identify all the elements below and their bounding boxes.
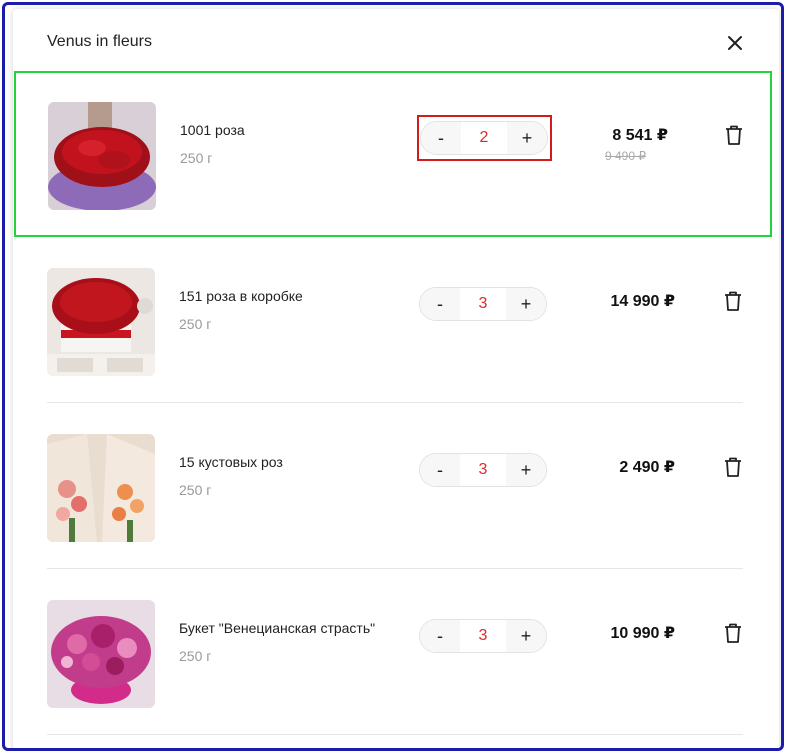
- trash-icon[interactable]: [724, 291, 742, 311]
- store-title: Venus in fleurs: [47, 33, 152, 50]
- decrease-button[interactable]: -: [421, 122, 461, 154]
- cart-header: Venus in fleurs: [13, 9, 779, 73]
- decrease-button[interactable]: -: [420, 454, 460, 486]
- cart-item: 151 роза в коробке 250 г - 3 + 14 990 ₽: [13, 237, 779, 403]
- quantity-stepper: - 3 +: [419, 453, 547, 487]
- product-image[interactable]: [48, 102, 156, 210]
- item-divider: [47, 734, 743, 735]
- cart-item: 15 кустовых роз 250 г - 3 + 2 490 ₽: [13, 403, 779, 569]
- product-name[interactable]: 151 роза в коробке: [179, 288, 303, 304]
- increase-button[interactable]: +: [506, 620, 546, 652]
- quantity-stepper: - 3 +: [419, 619, 547, 653]
- product-image[interactable]: [47, 600, 155, 708]
- product-image[interactable]: [47, 434, 155, 542]
- decrease-button[interactable]: -: [420, 620, 460, 652]
- quantity-value[interactable]: 3: [460, 461, 506, 479]
- increase-button[interactable]: +: [506, 288, 546, 320]
- decrease-button[interactable]: -: [420, 288, 460, 320]
- trash-icon[interactable]: [724, 623, 742, 643]
- product-weight: 250 г: [180, 150, 213, 166]
- item-price: 14 990 ₽: [610, 293, 675, 310]
- increase-button[interactable]: +: [507, 122, 547, 154]
- trash-icon[interactable]: [725, 125, 743, 145]
- product-image[interactable]: [47, 268, 155, 376]
- cart-item: Букет "Венецианская страсть" 250 г - 3 +…: [13, 569, 779, 735]
- product-weight: 250 г: [179, 316, 212, 332]
- product-name[interactable]: 1001 роза: [180, 122, 245, 138]
- cart-items-list: 1001 роза 250 г - 2 + 8 541 ₽ 9 490 ₽ 15…: [13, 71, 779, 735]
- quantity-stepper: - 3 +: [419, 287, 547, 321]
- screenshot-frame: Venus in fleurs 1001 роза 250 г - 2 + 8 …: [2, 2, 784, 751]
- cart-item: 1001 роза 250 г - 2 + 8 541 ₽ 9 490 ₽: [14, 71, 772, 237]
- close-icon[interactable]: [723, 31, 747, 55]
- increase-button[interactable]: +: [506, 454, 546, 486]
- cart-modal: Venus in fleurs 1001 роза 250 г - 2 + 8 …: [13, 9, 779, 748]
- quantity-value[interactable]: 3: [460, 295, 506, 313]
- item-price: 2 490 ₽: [619, 459, 675, 476]
- item-price: 10 990 ₽: [610, 625, 675, 642]
- trash-icon[interactable]: [724, 457, 742, 477]
- item-old-price: 9 490 ₽: [605, 149, 646, 163]
- quantity-stepper: - 2 +: [420, 121, 548, 155]
- product-weight: 250 г: [179, 482, 212, 498]
- item-price: 8 541 ₽: [612, 127, 668, 144]
- quantity-value[interactable]: 2: [461, 129, 507, 147]
- product-weight: 250 г: [179, 648, 212, 664]
- quantity-value[interactable]: 3: [460, 627, 506, 645]
- product-name[interactable]: 15 кустовых роз: [179, 454, 283, 470]
- product-name[interactable]: Букет "Венецианская страсть": [179, 620, 375, 636]
